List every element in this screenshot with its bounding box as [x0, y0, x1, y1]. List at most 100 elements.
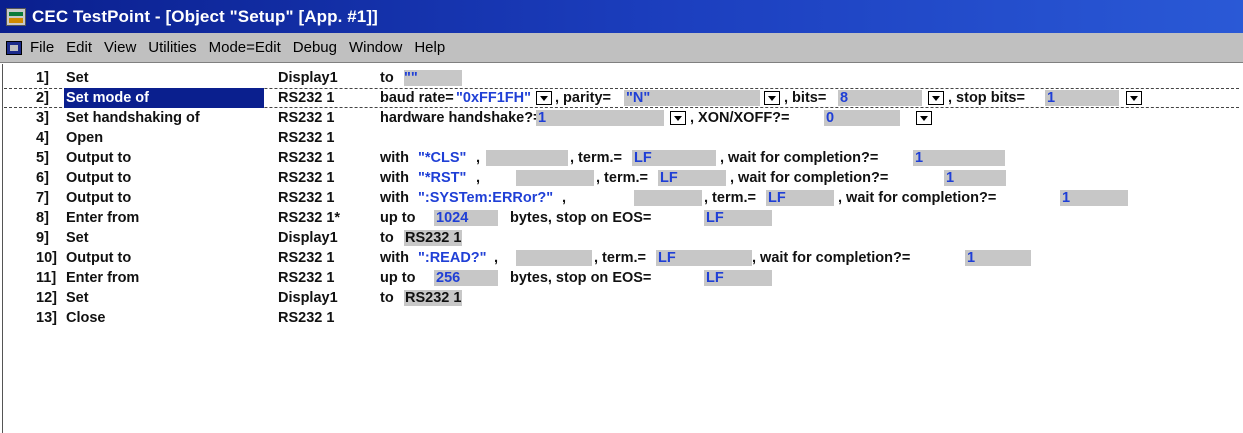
program-line-13[interactable]: 13] Close RS232 1	[0, 308, 1243, 328]
line-number: 9]	[36, 230, 49, 246]
value-text: RS232 1	[405, 230, 462, 246]
object[interactable]: RS232 1	[278, 188, 334, 208]
object[interactable]: RS232 1	[278, 128, 334, 148]
value-text[interactable]: ":SYSTem:ERRor?"	[418, 188, 553, 208]
value-field[interactable]	[634, 190, 702, 206]
object[interactable]: RS232 1	[278, 168, 334, 188]
value-text: 1	[946, 170, 955, 186]
param-label: , wait for completion?=	[720, 150, 879, 166]
command[interactable]: Output to	[66, 248, 131, 268]
param-label: , XON/XOFF?=	[690, 110, 790, 126]
app-icon[interactable]	[6, 7, 26, 26]
line-number: 2]	[36, 90, 49, 106]
program-line-7[interactable]: 7] Output to RS232 1 with ":SYSTem:ERRor…	[0, 188, 1243, 208]
title-bar[interactable]: CEC TestPoint - [Object "Setup" [App. #1…	[0, 0, 1243, 33]
param-label: , term.=	[596, 170, 648, 186]
value-field[interactable]	[824, 110, 900, 126]
param-label: hardware handshake?=	[380, 110, 542, 126]
command-selected[interactable]: Set mode of	[64, 88, 264, 108]
command[interactable]: Enter from	[66, 268, 139, 288]
value-field[interactable]	[838, 90, 922, 106]
program-line-9[interactable]: 9] Set Display1 to RS232 1	[0, 228, 1243, 248]
line-number: 10]	[36, 250, 57, 266]
menu-edit[interactable]: Edit	[66, 39, 92, 56]
object[interactable]: RS232 1	[278, 248, 334, 268]
program-line-10[interactable]: 10] Output to RS232 1 with ":READ?" , , …	[0, 248, 1243, 268]
object[interactable]: RS232 1	[278, 88, 334, 108]
value-text[interactable]: "*CLS"	[418, 148, 466, 168]
command[interactable]: Output to	[66, 188, 131, 208]
value-text: 256	[436, 270, 461, 286]
menu-file[interactable]: File	[30, 39, 54, 56]
param-label: to	[380, 230, 394, 246]
menu-mode[interactable]: Mode=Edit	[209, 39, 281, 56]
command[interactable]: Enter from	[66, 208, 139, 228]
value-field[interactable]	[536, 110, 664, 126]
param-label: baud rate=	[380, 90, 454, 106]
param-label: ,	[562, 190, 567, 206]
object[interactable]: RS232 1	[278, 148, 334, 168]
menu-help[interactable]: Help	[414, 39, 445, 56]
command[interactable]: Set	[66, 288, 89, 308]
program-line-3[interactable]: 3] Set handshaking of RS232 1 hardware h…	[0, 108, 1243, 128]
command[interactable]: Output to	[66, 168, 131, 188]
value-text: LF	[768, 190, 786, 206]
param-label: with	[380, 150, 409, 166]
param-label: with	[380, 170, 409, 186]
param-label: , wait for completion?=	[838, 190, 997, 206]
value-field[interactable]	[1060, 190, 1128, 206]
menu-bar: File Edit View Utilities Mode=Edit Debug…	[0, 33, 1243, 63]
program-line-2[interactable]: 2] Set mode of RS232 1 baud rate= "0xFF1…	[0, 88, 1243, 108]
param-label: bytes, stop on EOS=	[510, 270, 652, 286]
program-line-8[interactable]: 8] Enter from RS232 1* up to 1024 bytes,…	[0, 208, 1243, 228]
dropdown-arrow-icon[interactable]	[916, 111, 932, 125]
param-label: , wait for completion?=	[752, 250, 911, 266]
object[interactable]: RS232 1	[278, 308, 334, 328]
value-field[interactable]	[516, 250, 592, 266]
program-line-4[interactable]: 4] Open RS232 1	[0, 128, 1243, 148]
command[interactable]: Output to	[66, 148, 131, 168]
dropdown-arrow-icon[interactable]	[1126, 91, 1142, 105]
object[interactable]: RS232 1	[278, 108, 334, 128]
object[interactable]: RS232 1	[278, 268, 334, 288]
menu-window[interactable]: Window	[349, 39, 402, 56]
program-line-6[interactable]: 6] Output to RS232 1 with "*RST" , , ter…	[0, 168, 1243, 188]
command[interactable]: Set	[66, 228, 89, 248]
command[interactable]: Set	[66, 68, 89, 88]
object[interactable]: RS232 1*	[278, 208, 340, 228]
command[interactable]: Set handshaking of	[66, 108, 200, 128]
value-text[interactable]: "0xFF1FH"	[456, 88, 531, 108]
line-number: 7]	[36, 190, 49, 206]
object[interactable]: Display1	[278, 228, 338, 248]
line-number: 13]	[36, 310, 57, 326]
program-line-1[interactable]: 1] Set Display1 to ""	[0, 68, 1243, 88]
menu-debug[interactable]: Debug	[293, 39, 337, 56]
command[interactable]: Close	[66, 308, 106, 328]
value-field[interactable]	[1045, 90, 1119, 106]
line-number: 3]	[36, 110, 49, 126]
value-text: 1	[538, 110, 547, 126]
program-line-11[interactable]: 11] Enter from RS232 1 up to 256 bytes, …	[0, 268, 1243, 288]
menu-utilities[interactable]: Utilities	[148, 39, 196, 56]
dropdown-arrow-icon[interactable]	[928, 91, 944, 105]
object[interactable]: Display1	[278, 288, 338, 308]
param-label: , parity=	[555, 90, 612, 106]
value-field[interactable]	[516, 170, 594, 186]
value-text: LF	[706, 270, 724, 286]
param-label: with	[380, 190, 409, 206]
document-icon[interactable]	[6, 40, 22, 55]
dropdown-arrow-icon[interactable]	[764, 91, 780, 105]
value-text: "N"	[626, 90, 651, 106]
dropdown-arrow-icon[interactable]	[536, 91, 552, 105]
param-label: , term.=	[570, 150, 622, 166]
dropdown-arrow-icon[interactable]	[670, 111, 686, 125]
value-text[interactable]: ":READ?"	[418, 248, 487, 268]
object[interactable]: Display1	[278, 68, 338, 88]
menu-view[interactable]: View	[104, 39, 136, 56]
value-field[interactable]	[486, 150, 568, 166]
value-field[interactable]	[913, 150, 1005, 166]
value-text[interactable]: "*RST"	[418, 168, 466, 188]
command[interactable]: Open	[66, 128, 103, 148]
program-line-5[interactable]: 5] Output to RS232 1 with "*CLS" , , ter…	[0, 148, 1243, 168]
program-line-12[interactable]: 12] Set Display1 to RS232 1	[0, 288, 1243, 308]
